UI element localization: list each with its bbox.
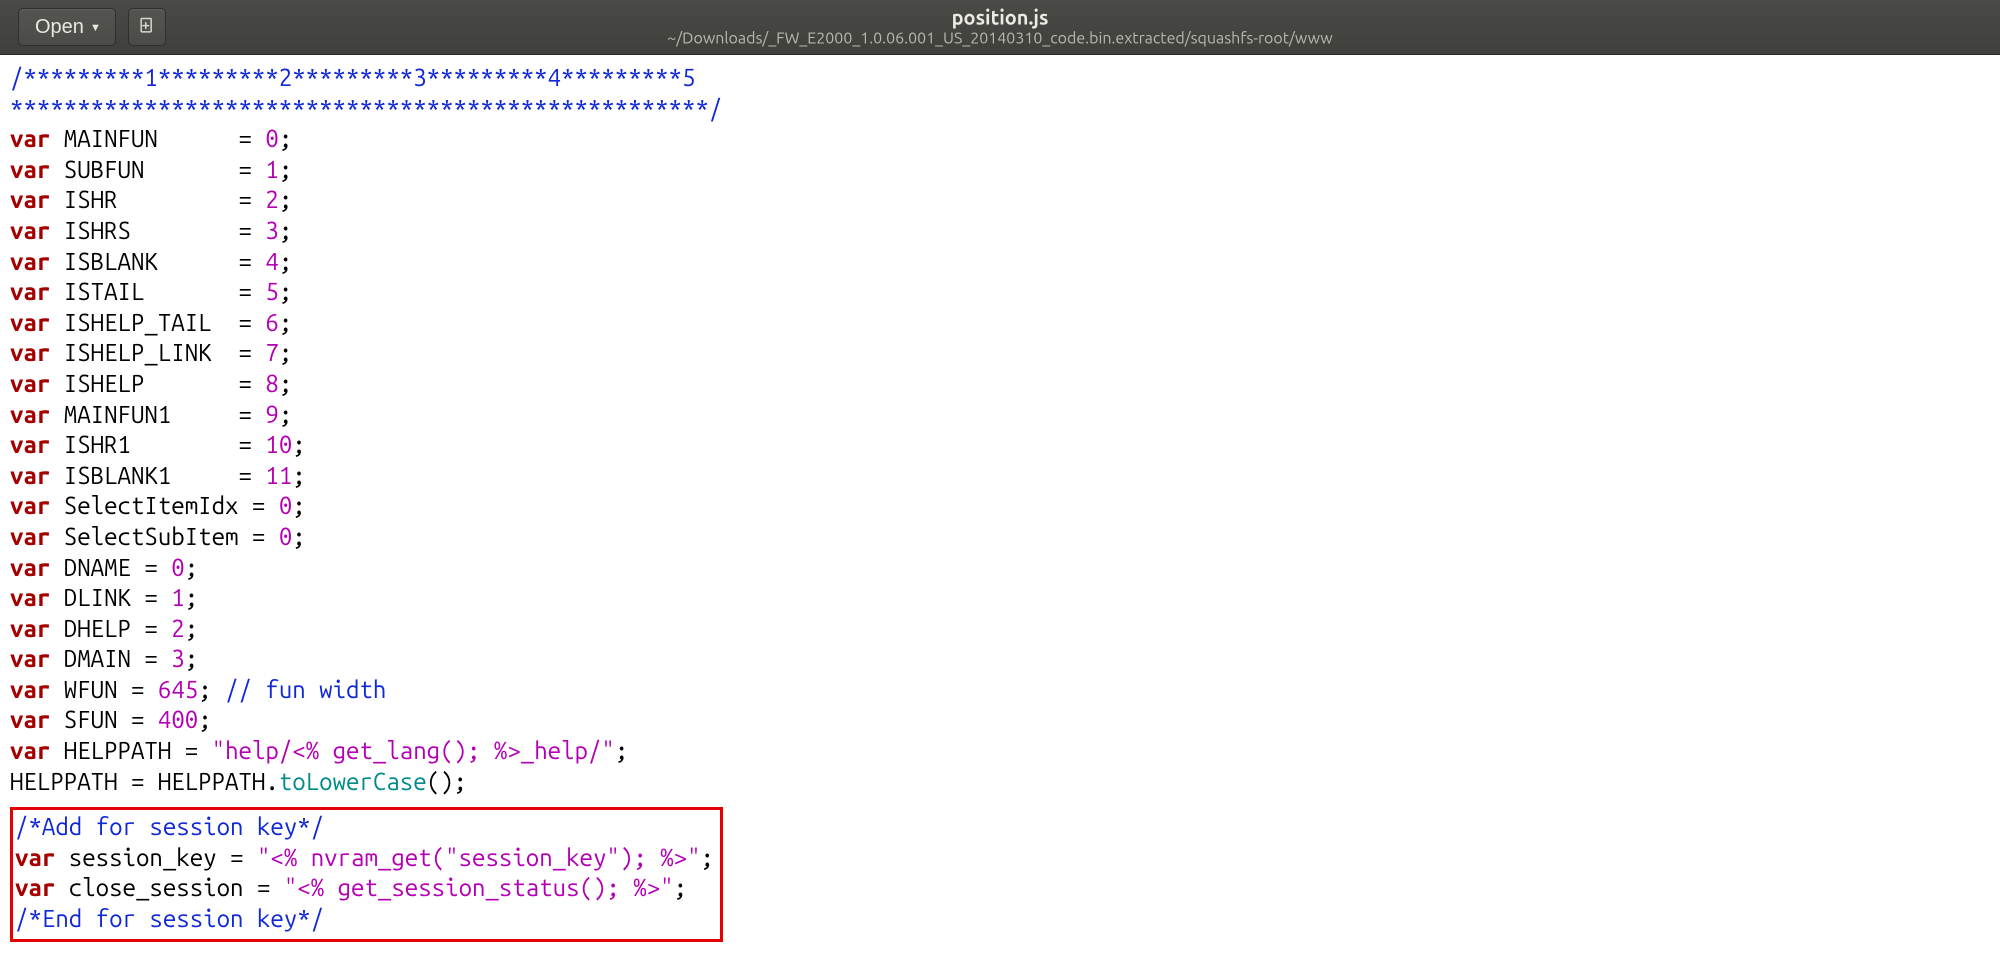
highlighted-session-block: /*Add for session key*/ var session_key … [10,807,723,941]
var-declarations-block: var MAINFUN = 0; var SUBFUN = 1; var ISH… [10,125,306,489]
var-declarations-block-2: var SelectItemIdx = 0; var SelectSubItem… [10,492,306,550]
chevron-down-icon: ▼ [90,23,101,34]
tolowercase-call: toLowerCase [279,768,427,795]
session-key-name: session_key [69,844,217,871]
wfun-value: 645 [158,676,198,703]
wfun-name: WFUN [64,676,118,703]
session-end-comment: /*End for session key*/ [15,905,324,932]
titlebar: Open ▼ position.js ~/Downloads/_FW_E2000… [0,0,2000,55]
open-button-label: Open [35,16,84,39]
helppath-assign-left: HELPPATH = HELPPATH. [10,768,279,795]
dvars-block: var DNAME = 0; var DLINK = 1; var DHELP … [10,554,198,673]
sfun-name: SFUN [64,706,118,733]
new-document-button[interactable] [128,8,166,46]
file-path: ~/Downloads/_FW_E2000_1.0.06.001_US_2014… [667,29,1332,48]
source-code[interactable]: /*********1*********2*********3*********… [0,55,2000,952]
comment-ruler-1: /*********1*********2*********3*********… [10,64,695,91]
comment-ruler-2: ****************************************… [10,95,722,122]
sfun-value: 400 [158,706,198,733]
helppath-name: HELPPATH [64,737,172,764]
window-title: position.js ~/Downloads/_FW_E2000_1.0.06… [667,5,1332,48]
close-session-name: close_session [69,874,244,901]
session-add-comment: /*Add for session key*/ [15,813,324,840]
open-button[interactable]: Open ▼ [18,8,116,46]
helppath-assign-right: (); [427,768,467,795]
file-name: position.js [667,5,1332,29]
helppath-string: "help/<% get_lang(); %>_help/" [212,737,615,764]
wfun-comment: // fun width [225,676,386,703]
close-session-string: "<% get_session_status(); %>" [284,874,674,901]
new-document-icon [137,16,157,39]
